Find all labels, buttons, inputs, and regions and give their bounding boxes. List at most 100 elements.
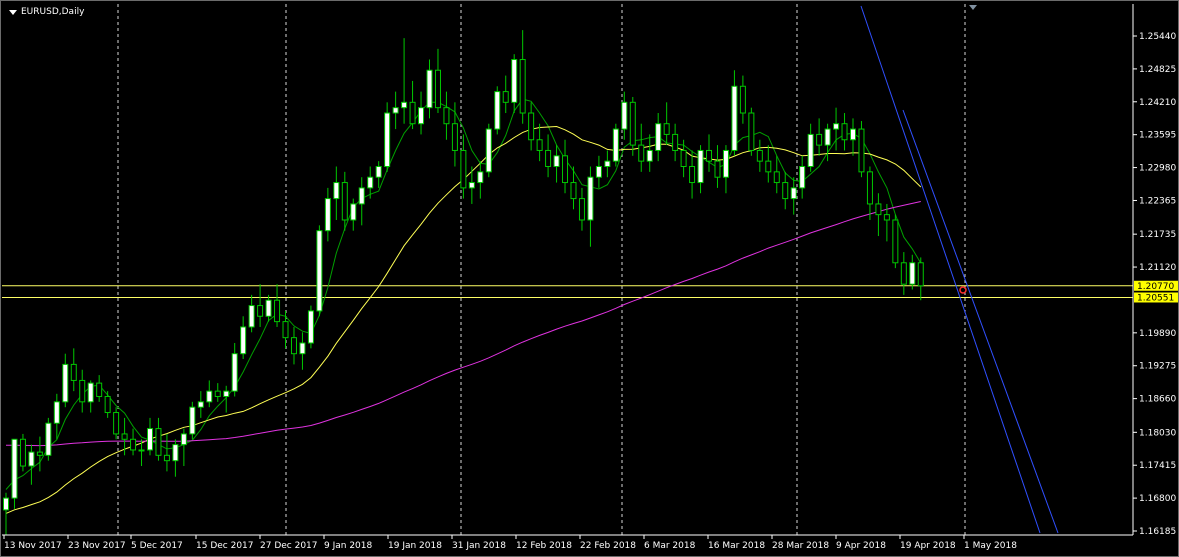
price-label-text: 1.20551 (1137, 293, 1174, 303)
candle-body (833, 123, 840, 130)
candle-body (11, 438, 18, 499)
candle-body (299, 342, 306, 355)
time-tick-label: 9 Apr 2018 (836, 541, 886, 551)
candle-body (189, 406, 196, 435)
price-tick-label: 1.17415 (1139, 461, 1176, 471)
candle-body (756, 149, 763, 162)
candle-body (629, 101, 636, 146)
candle-body (434, 69, 441, 109)
candle-body (816, 133, 823, 146)
candle-body (180, 433, 187, 446)
time-tick-label: 15 Dec 2017 (196, 541, 254, 551)
candle-body (714, 160, 721, 178)
candle-body (528, 112, 535, 141)
candle-body (578, 198, 585, 221)
time-tick-label: 31 Jan 2018 (452, 541, 506, 551)
candle-body (443, 107, 450, 125)
candle-body (536, 139, 543, 151)
candle-body (697, 149, 704, 184)
candle-body (655, 123, 662, 151)
candle-body (231, 353, 238, 392)
candle-body (265, 299, 272, 317)
time-axis: 13 Nov 2017 23 Nov 2017 5 Dec 2017 15 Dec 2… (3, 535, 1017, 551)
candle-body (36, 451, 43, 456)
price-tick-label: 1.23595 (1139, 131, 1176, 141)
candle-body (341, 182, 348, 221)
candle-body (502, 91, 509, 103)
candle-body (240, 326, 247, 355)
candle-body (350, 203, 357, 221)
price-tick-label: 1.16800 (1139, 494, 1176, 504)
price-tick-label: 1.24210 (1139, 98, 1176, 108)
time-tick-label: 13 Nov 2017 (4, 541, 62, 551)
candle-body (680, 149, 687, 168)
candle-body (858, 128, 865, 173)
price-tick-label: 1.18660 (1139, 395, 1176, 405)
candle-body (595, 166, 602, 178)
candle-body (96, 382, 103, 397)
candle-body (130, 438, 137, 451)
candle-body (850, 128, 856, 141)
candle-body (621, 101, 628, 130)
time-tick-label: 1 May 2018 (964, 541, 1017, 551)
candle-body (333, 182, 340, 200)
price-tick-label: 1.19890 (1139, 329, 1176, 339)
candle-body (214, 390, 221, 397)
price-label-text: 1.20770 (1137, 282, 1174, 292)
price-tick-label: 1.16185 (1139, 527, 1176, 537)
candle-body (722, 149, 729, 178)
grid-layer (117, 4, 966, 535)
price-tick-label: 1.22365 (1139, 196, 1176, 206)
candle-body (604, 160, 611, 168)
candle-body (553, 155, 560, 168)
price-tick-label: 1.22980 (1139, 164, 1176, 174)
candle-body (807, 133, 814, 168)
candle-body (121, 433, 128, 440)
candle-body (866, 171, 873, 205)
candle-body (223, 390, 230, 397)
time-tick-label: 23 Nov 2017 (68, 541, 126, 551)
chart-canvas[interactable]: 1.25440 1.24825 1.24210 1.23595 1.22980 1.223… (0, 0, 1179, 557)
candle-body (494, 91, 501, 130)
markers (959, 5, 977, 294)
candle-body (900, 262, 907, 285)
ma-slow-line (6, 201, 921, 447)
candle-body (917, 262, 924, 287)
candle-body (358, 187, 365, 205)
candle-body (290, 337, 297, 355)
candle-body (282, 321, 289, 339)
shift-marker-icon (969, 5, 977, 10)
candle-body (731, 85, 738, 151)
candle-body (138, 449, 145, 452)
candle-body (274, 299, 281, 323)
candle-body (53, 401, 60, 424)
candle-body (248, 305, 255, 328)
price-tick-label: 1.25440 (1139, 32, 1176, 42)
time-tick-label: 9 Jan 2018 (324, 541, 372, 551)
candle-body (773, 171, 780, 184)
candle-body (663, 123, 670, 135)
price-tick-label: 1.18030 (1139, 428, 1176, 438)
candle-body (62, 363, 69, 403)
candle-body (28, 451, 35, 467)
candle-body (172, 444, 179, 462)
candle-body (324, 198, 331, 232)
candle-body (155, 428, 162, 456)
candles (3, 30, 924, 536)
time-tick-label: 5 Dec 2017 (131, 541, 183, 551)
candle-body (748, 112, 755, 151)
candle-body (401, 101, 408, 109)
candle-body (875, 203, 882, 216)
time-tick-label: 19 Jan 2018 (388, 541, 442, 551)
candle-body (163, 454, 170, 462)
time-tick-label: 12 Feb 2018 (516, 541, 572, 551)
candle-body (375, 166, 382, 178)
trend-channel (860, 5, 1059, 534)
candle-body (477, 171, 484, 184)
candle-body (485, 128, 492, 173)
candle-body (545, 149, 552, 168)
channel-line-lower (902, 109, 1059, 534)
candle-body (689, 166, 696, 184)
candle-body (562, 155, 569, 184)
time-tick-label: 27 Dec 2017 (260, 541, 318, 551)
